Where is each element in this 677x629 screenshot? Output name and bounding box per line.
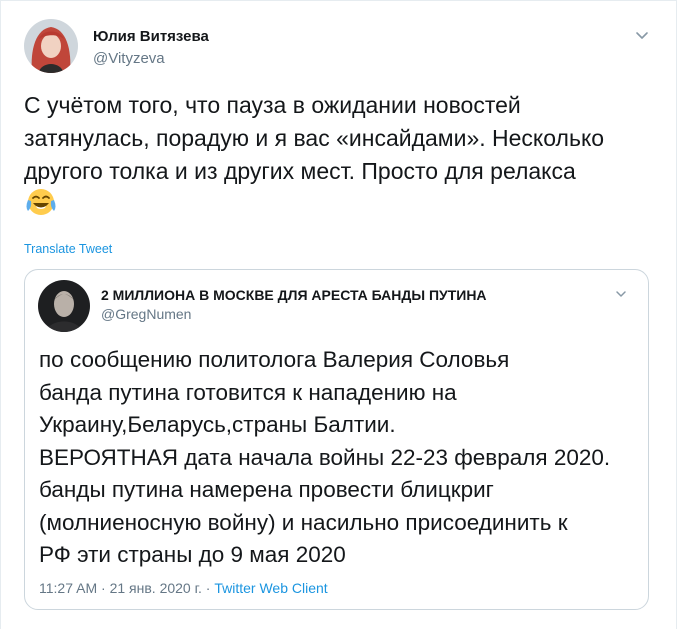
chevron-down-icon[interactable] xyxy=(614,287,628,301)
quoted-author-avatar[interactable] xyxy=(38,280,90,332)
timestamp-date[interactable]: 21 янв. 2020 г. xyxy=(110,580,202,596)
client-link[interactable]: Twitter Web Client xyxy=(214,580,327,596)
timestamp-time[interactable]: 11:27 AM xyxy=(39,580,97,596)
quoted-tweet[interactable]: 2 МИЛЛИОНА В МОСКВЕ ДЛЯ АРЕСТА БАНДЫ ПУТ… xyxy=(24,269,649,610)
tweet-card: Юлия Витязева @Vityzeva С учётом того, ч… xyxy=(0,0,677,629)
author-handle[interactable]: @Vityzeva xyxy=(93,50,165,67)
quoted-author-handle[interactable]: @GregNumen xyxy=(101,306,191,322)
author-name[interactable]: Юлия Витязева xyxy=(93,28,209,45)
quoted-author-name[interactable]: 2 МИЛЛИОНА В МОСКВЕ ДЛЯ АРЕСТА БАНДЫ ПУТ… xyxy=(101,287,487,303)
quoted-tweet-meta: 11:27 AM · 21 янв. 2020 г. · Twitter Web… xyxy=(39,580,328,596)
quoted-tweet-text: по сообщению политолога Валерия Соловья … xyxy=(39,347,611,567)
author-avatar[interactable] xyxy=(24,19,78,73)
face-with-tears-of-joy-icon xyxy=(26,189,56,215)
meta-separator: · xyxy=(205,580,211,596)
translate-tweet-link[interactable]: Translate Tweet xyxy=(24,242,112,256)
tweet-text: С учётом того, что пауза в ожидании ново… xyxy=(24,92,605,184)
meta-separator: · xyxy=(101,580,106,596)
chevron-down-icon[interactable] xyxy=(634,27,650,43)
